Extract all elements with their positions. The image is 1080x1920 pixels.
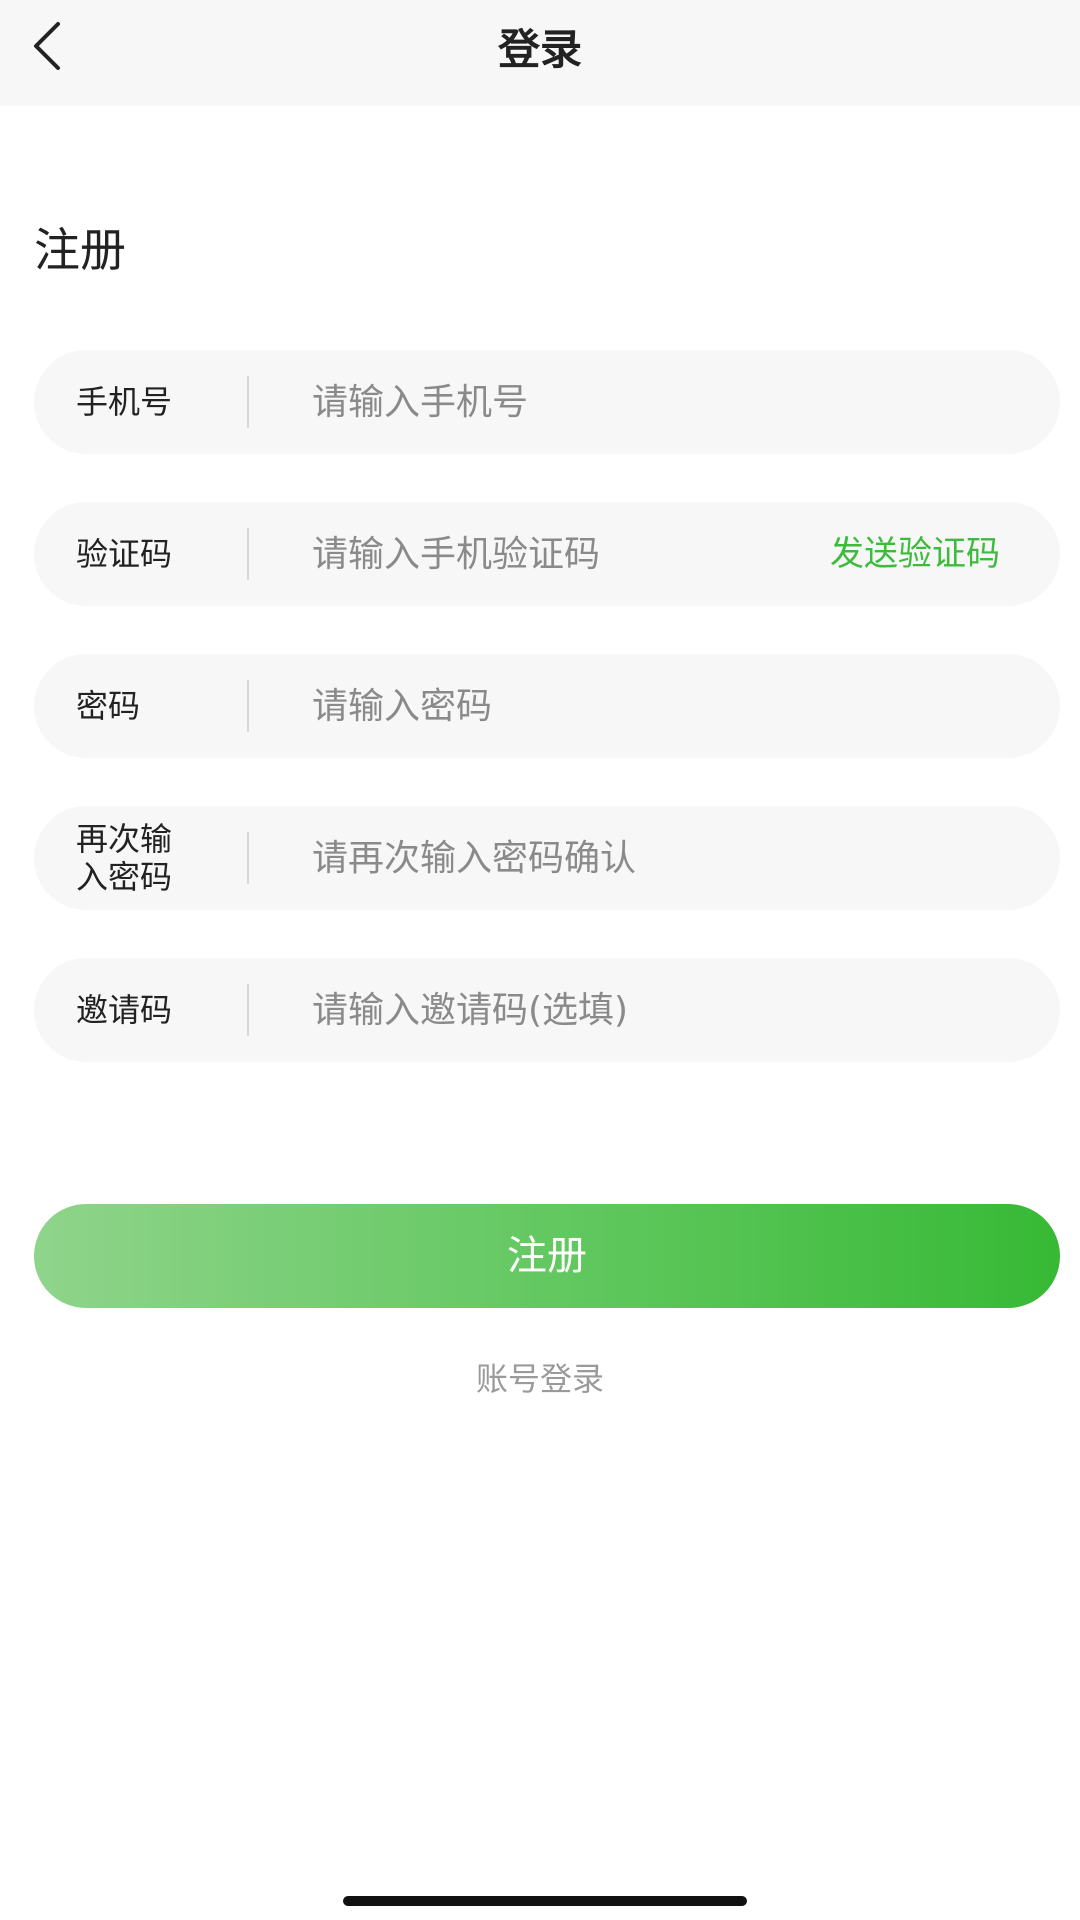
verification-code-field: 验证码 发送验证码 — [34, 502, 1060, 606]
invite-code-input[interactable] — [312, 980, 832, 1040]
register-heading: 注册 — [34, 223, 126, 277]
home-indicator[interactable] — [343, 1896, 747, 1906]
send-code-button[interactable]: 发送验证码 — [830, 524, 1000, 584]
field-divider — [247, 376, 249, 428]
password-label: 密码 — [76, 687, 141, 725]
verification-code-label: 验证码 — [76, 535, 173, 573]
phone-label: 手机号 — [76, 383, 173, 421]
confirm-password-label: 再次输入密码 — [76, 820, 173, 896]
phone-input[interactable] — [312, 372, 832, 432]
confirm-password-field: 再次输入密码 — [34, 806, 1060, 910]
register-page: 登录 注册 手机号 验证码 发送验证码 密码 再次输入密码 邀请码 注册 账号登… — [0, 0, 1080, 1920]
invite-code-field: 邀请码 — [34, 958, 1060, 1062]
password-input[interactable] — [312, 676, 832, 736]
field-divider — [247, 528, 249, 580]
field-divider — [247, 984, 249, 1036]
invite-code-label: 邀请码 — [76, 991, 173, 1029]
account-login-link[interactable]: 账号登录 — [0, 1354, 1080, 1404]
page-title: 登录 — [497, 25, 582, 74]
top-navbar: 登录 — [0, 0, 1080, 106]
verification-code-input[interactable] — [312, 524, 752, 584]
register-button[interactable]: 注册 — [34, 1204, 1060, 1308]
phone-field: 手机号 — [34, 350, 1060, 454]
password-field: 密码 — [34, 654, 1060, 758]
confirm-password-input[interactable] — [312, 828, 832, 888]
field-divider — [247, 680, 249, 732]
field-divider — [247, 832, 249, 884]
